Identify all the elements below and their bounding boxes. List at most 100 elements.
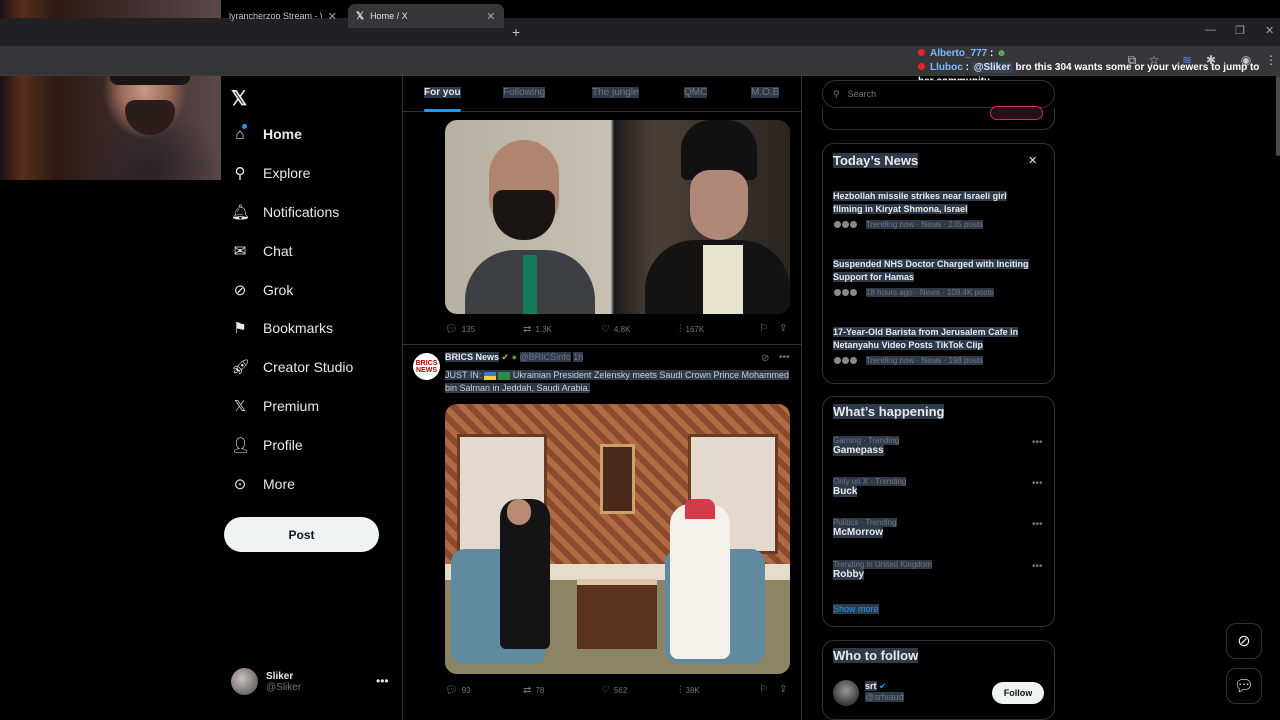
- repost-button[interactable]: ⇄ 78: [523, 685, 544, 696]
- trend-item[interactable]: Politics · Trending McMorrow: [833, 518, 897, 538]
- trend-item[interactable]: Gaming · Trending Gamepass: [833, 436, 900, 456]
- scrollbar[interactable]: [1276, 76, 1280, 156]
- author-avatar[interactable]: BRICS NEWS: [413, 353, 440, 380]
- bookmark-icon: ⚑: [233, 320, 247, 337]
- heart-icon: ♡: [601, 685, 610, 696]
- browser-tab[interactable]: lyrancherzoo Stream - Watch ✕: [221, 4, 345, 28]
- bell-icon: 🔔︎: [231, 204, 251, 221]
- heart-icon: ♡: [601, 324, 610, 335]
- bookmark-icon[interactable]: ⚐: [759, 323, 768, 334]
- trend-item[interactable]: Trending in United Kingdom Robby: [833, 560, 932, 580]
- nav-profile[interactable]: 👤︎ Profile: [231, 433, 303, 457]
- minimize-icon[interactable]: —: [1205, 24, 1216, 36]
- saudi-flag-icon: [498, 371, 511, 380]
- account-name: Sliker: [266, 670, 294, 682]
- tab-for-you[interactable]: For you: [424, 87, 461, 98]
- trend-name: Buck: [833, 486, 858, 497]
- nav-label: Bookmarks: [263, 320, 334, 336]
- chart-icon: ⫶: [679, 324, 682, 335]
- close-tab-icon[interactable]: ✕: [486, 10, 495, 23]
- tab-mob[interactable]: M.O.B: [751, 87, 780, 98]
- badge-icon: [918, 49, 925, 56]
- grok-fab-icon[interactable]: ⊘: [1226, 623, 1262, 659]
- tab-following[interactable]: Following: [503, 87, 546, 98]
- reply-button[interactable]: 💬︎ 93: [445, 685, 471, 696]
- whats-happening-card: [822, 396, 1055, 627]
- shemagh: [685, 499, 715, 519]
- chat-mention: @Sliker: [971, 62, 1013, 73]
- author-name[interactable]: BRICS News: [445, 352, 500, 362]
- browser-tab-active[interactable]: 𝕏 Home / X ✕: [348, 4, 504, 28]
- grok-icon[interactable]: ⊘: [761, 353, 769, 364]
- show-more-link[interactable]: Show more: [833, 604, 879, 614]
- share-icon[interactable]: ⇪: [779, 684, 787, 695]
- reply-count: 93: [461, 686, 471, 695]
- like-button[interactable]: ♡ 562: [601, 685, 627, 696]
- news-item[interactable]: 17-Year-Old Barista from Jerusalem Cafe …: [833, 326, 1033, 365]
- account-switcher[interactable]: Sliker @Sliker: [231, 668, 301, 695]
- x-icon: 𝕏: [233, 398, 247, 415]
- search-input[interactable]: ⚲ Search: [822, 80, 1055, 108]
- post-image[interactable]: [445, 120, 790, 314]
- more-circle-icon: ⊙: [233, 476, 247, 493]
- trend-meta: Politics · Trending: [833, 518, 897, 527]
- restore-icon[interactable]: ❐: [1235, 24, 1245, 37]
- tab-qmc[interactable]: QMC: [684, 87, 708, 98]
- nav-chat[interactable]: ✉ Chat: [231, 239, 293, 263]
- close-icon[interactable]: ✕: [1028, 154, 1037, 167]
- trend-more-icon[interactable]: •••: [1032, 478, 1043, 489]
- messages-fab-icon[interactable]: 💬︎: [1226, 668, 1262, 704]
- share-icon[interactable]: ⇪: [779, 323, 787, 334]
- chat-separator: :: [990, 48, 994, 59]
- nav-more[interactable]: ⊙ More: [231, 472, 295, 496]
- views-button[interactable]: ⫶ 167K: [679, 324, 704, 335]
- trend-meta: Only on X · Trending: [833, 477, 907, 486]
- tab-the-jungle[interactable]: The jungle: [592, 87, 639, 98]
- views-button[interactable]: ⫶ 38K: [679, 685, 700, 696]
- post-time[interactable]: 1h: [573, 352, 584, 362]
- news-meta: Trending now · News · 198 posts: [866, 356, 984, 365]
- portrait-face: [690, 170, 748, 240]
- nav-creator-studio[interactable]: 🚀︎ Creator Studio: [231, 355, 353, 379]
- nav-label: Profile: [263, 437, 303, 453]
- trend-more-icon[interactable]: •••: [1032, 519, 1043, 530]
- post-image[interactable]: [445, 404, 790, 674]
- new-tab-button[interactable]: +: [512, 24, 520, 40]
- x-logo-icon[interactable]: 𝕏: [231, 86, 247, 111]
- nav-explore[interactable]: ⚲ Explore: [231, 161, 311, 185]
- nav-grok[interactable]: ⊘ Grok: [231, 278, 294, 302]
- trend-more-icon[interactable]: •••: [1032, 437, 1043, 448]
- person-icon: 👤︎: [231, 437, 251, 454]
- post-button[interactable]: Post: [224, 517, 379, 552]
- chart-icon: ⫶: [679, 685, 682, 696]
- close-window-icon[interactable]: ✕: [1265, 24, 1274, 37]
- more-dots-icon[interactable]: •••: [376, 674, 389, 688]
- reply-count: 135: [461, 325, 476, 334]
- nav-premium[interactable]: 𝕏 Premium: [231, 394, 319, 418]
- post-more-icon[interactable]: •••: [779, 352, 790, 363]
- nav-home[interactable]: ⌂ Home: [231, 122, 302, 146]
- news-item[interactable]: Hezbollah missile strikes near Israeli g…: [833, 190, 1033, 229]
- reply-icon: 💬︎: [445, 324, 458, 335]
- notification-dot: [242, 124, 247, 129]
- nav-bookmarks[interactable]: ⚑ Bookmarks: [231, 316, 333, 340]
- nav-notifications[interactable]: 🔔︎ Notifications: [231, 200, 339, 224]
- close-tab-icon[interactable]: ✕: [328, 10, 337, 23]
- trend-item[interactable]: Only on X · Trending Buck: [833, 477, 907, 497]
- nav-label: Explore: [263, 165, 311, 181]
- trend-more-icon[interactable]: •••: [1032, 561, 1043, 572]
- trend-name: Robby: [833, 569, 865, 580]
- bookmark-icon[interactable]: ⚐: [759, 684, 768, 695]
- news-item[interactable]: Suspended NHS Doctor Charged with Inciti…: [833, 258, 1033, 297]
- author-handle[interactable]: @BRICSinfo: [519, 352, 571, 362]
- search-icon: ⚲: [833, 88, 840, 99]
- follow-button[interactable]: Follow: [992, 682, 1044, 704]
- repost-icon: ⇄: [523, 685, 532, 696]
- trend-meta: Gaming · Trending: [833, 436, 900, 445]
- avatar[interactable]: [833, 680, 859, 706]
- post-text-prefix: JUST IN:: [445, 370, 484, 380]
- reply-button[interactable]: 💬︎ 135: [445, 324, 475, 335]
- suggested-user[interactable]: srt ✔ @srtvaud: [865, 681, 904, 702]
- repost-button[interactable]: ⇄ 1.3K: [523, 324, 552, 335]
- like-button[interactable]: ♡ 4.8K: [601, 324, 630, 335]
